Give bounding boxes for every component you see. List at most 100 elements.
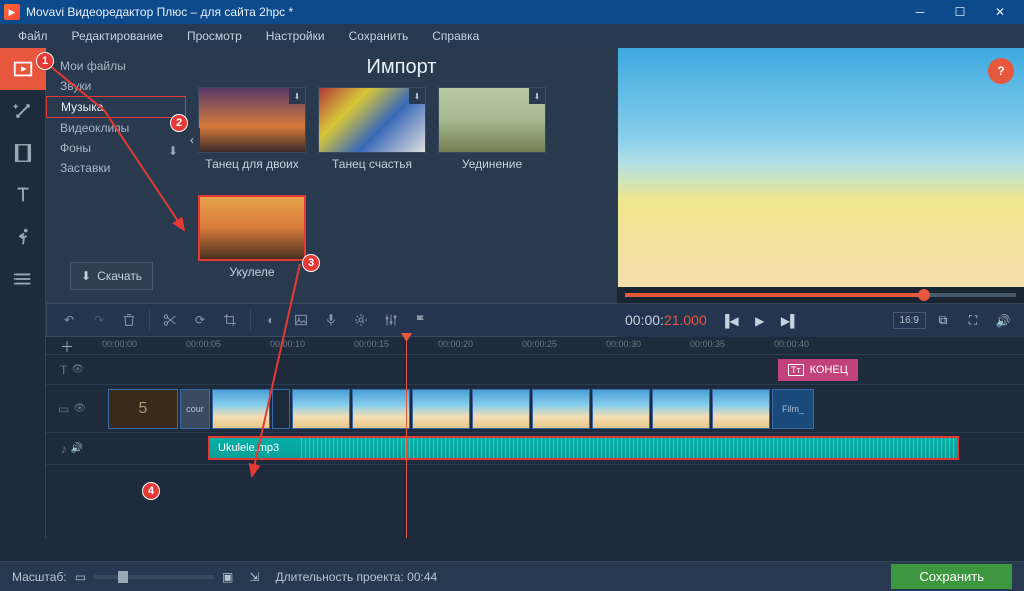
maximize-button[interactable]: ☐ bbox=[940, 0, 980, 24]
mic-button[interactable] bbox=[317, 306, 345, 334]
tool-stickers[interactable] bbox=[0, 216, 46, 258]
timeline-video-track[interactable]: ▭ 👁 5 cour bbox=[46, 385, 1024, 433]
clip-item[interactable]: ⬇ Танец счастья bbox=[318, 87, 426, 171]
download-button[interactable]: ⬇ Скачать bbox=[70, 262, 153, 290]
footer: Масштаб: ▭ ▣ ⇲ Длительность проекта: 00:… bbox=[0, 561, 1024, 591]
crop-button[interactable] bbox=[216, 306, 244, 334]
intro-number: 5 bbox=[139, 400, 148, 418]
volume-button[interactable]: 🔊 bbox=[990, 308, 1016, 334]
clip-download-icon[interactable]: ⬇ bbox=[529, 88, 545, 104]
timeline-ruler[interactable]: ＋ 00:00:00 00:00:05 00:00:10 00:00:15 00… bbox=[46, 337, 1024, 355]
ruler-tick: 00:00:05 bbox=[186, 339, 221, 349]
menu-settings[interactable]: Настройки bbox=[256, 27, 335, 45]
video-track-icon: ▭ bbox=[58, 402, 69, 416]
tool-more[interactable] bbox=[0, 258, 46, 300]
clip-props-button[interactable] bbox=[347, 306, 375, 334]
marker-button[interactable] bbox=[407, 306, 435, 334]
menu-edit[interactable]: Редактирование bbox=[62, 27, 173, 45]
menu-view[interactable]: Просмотр bbox=[177, 27, 252, 45]
minimize-button[interactable]: ─ bbox=[900, 0, 940, 24]
undo-button[interactable]: ↶ bbox=[55, 306, 83, 334]
visibility-icon[interactable]: 👁 bbox=[71, 364, 84, 375]
overlay-button[interactable] bbox=[287, 306, 315, 334]
clip-download-icon[interactable]: ⬇ bbox=[409, 88, 425, 104]
sidebar-item-music[interactable]: Музыка bbox=[46, 96, 186, 118]
download-icon[interactable]: ⬇ bbox=[168, 144, 178, 158]
detach-button[interactable]: ⧉ bbox=[930, 308, 956, 334]
tool-filters[interactable] bbox=[0, 90, 46, 132]
ruler-tick: 00:00:20 bbox=[438, 339, 473, 349]
import-gallery: Импорт ‹ ⬇ Танец для двоих ⬇ Танец счаст… bbox=[186, 48, 617, 302]
video-clip[interactable] bbox=[412, 389, 470, 429]
save-button[interactable]: Сохранить bbox=[891, 564, 1012, 589]
color-button[interactable]: ◐ bbox=[257, 306, 285, 334]
video-clip-outro[interactable]: Film_ bbox=[772, 389, 814, 429]
video-clip-intro[interactable]: 5 bbox=[108, 389, 178, 429]
title-clip-end[interactable]: Tт КОНЕЦ bbox=[778, 359, 858, 381]
tool-transitions[interactable] bbox=[0, 132, 46, 174]
equalizer-button[interactable] bbox=[377, 306, 405, 334]
preview-playhead[interactable] bbox=[918, 289, 930, 301]
music-track-icon: ♪ bbox=[61, 442, 67, 456]
sidebar-item-sounds[interactable]: Звуки bbox=[46, 76, 186, 96]
timeline-audio-track[interactable]: ♪ 🔊 Ukulele.mp3 bbox=[46, 433, 1024, 465]
menu-save[interactable]: Сохранить bbox=[339, 27, 419, 45]
menu-file[interactable]: Файл bbox=[8, 27, 58, 45]
video-clip[interactable] bbox=[292, 389, 350, 429]
gallery-prev-button[interactable]: ‹ bbox=[184, 128, 200, 152]
sidebar-item-myfiles[interactable]: Мои файлы bbox=[46, 56, 186, 76]
clip-download-icon[interactable]: ⬇ bbox=[289, 88, 305, 104]
clip-label: Танец для двоих bbox=[198, 157, 306, 171]
clip-item-selected[interactable]: Укулеле bbox=[198, 195, 306, 279]
sidebar-item-videoclips[interactable]: Видеоклипы bbox=[46, 118, 186, 138]
fit-button[interactable]: ⇲ bbox=[249, 570, 259, 584]
tool-titles[interactable] bbox=[0, 174, 46, 216]
annotation-marker-2: 2 bbox=[170, 114, 188, 132]
ruler-tick: 00:00:30 bbox=[606, 339, 641, 349]
video-clip[interactable]: cour bbox=[180, 389, 210, 429]
video-clip[interactable] bbox=[652, 389, 710, 429]
sidebar-item-intros[interactable]: Заставки bbox=[46, 158, 186, 178]
visibility-icon[interactable]: 👁 bbox=[73, 403, 86, 414]
video-clip[interactable] bbox=[712, 389, 770, 429]
timeline-title-track[interactable]: T 👁 Tт КОНЕЦ bbox=[46, 355, 1024, 385]
app-logo: ▶ bbox=[4, 4, 20, 20]
annotation-marker-1: 1 bbox=[36, 52, 54, 70]
scale-plus-button[interactable]: ▣ bbox=[222, 570, 233, 584]
video-clip[interactable] bbox=[472, 389, 530, 429]
scale-slider[interactable] bbox=[94, 575, 214, 579]
scale-minus-button[interactable]: ▭ bbox=[75, 570, 86, 584]
delete-button[interactable] bbox=[115, 306, 143, 334]
menu-help[interactable]: Справка bbox=[422, 27, 489, 45]
mute-icon[interactable]: 🔊 bbox=[71, 443, 83, 454]
add-track-button[interactable]: ＋ bbox=[60, 337, 76, 353]
ruler-tick: 00:00:35 bbox=[690, 339, 725, 349]
timeline-playhead[interactable] bbox=[406, 337, 407, 538]
video-clip[interactable] bbox=[592, 389, 650, 429]
title-clip-label: КОНЕЦ bbox=[810, 364, 848, 376]
close-button[interactable]: ✕ bbox=[980, 0, 1020, 24]
help-button[interactable]: ? bbox=[988, 58, 1014, 84]
audio-clip[interactable]: Ukulele.mp3 bbox=[208, 436, 959, 460]
sidebar-item-backgrounds[interactable]: Фоны bbox=[46, 138, 186, 158]
rotate-button[interactable]: ⟳ bbox=[186, 306, 214, 334]
preview-canvas[interactable]: ? bbox=[618, 48, 1024, 302]
runner-icon bbox=[12, 226, 34, 248]
video-clip[interactable] bbox=[352, 389, 410, 429]
clip-item[interactable]: ⬇ Уединение bbox=[438, 87, 546, 171]
clip-item[interactable]: ⬇ Танец для двоих bbox=[198, 87, 306, 171]
text-track-icon: T bbox=[60, 363, 67, 377]
video-clip[interactable] bbox=[532, 389, 590, 429]
play-button[interactable]: ▶ bbox=[747, 308, 773, 334]
video-clip[interactable] bbox=[212, 389, 270, 429]
preview-controls: 00:00:21.000 ▐◀ ▶ ▶▌ 16:9 ⧉ ⛶ 🔊 bbox=[617, 303, 1024, 337]
fullscreen-button[interactable]: ⛶ bbox=[960, 308, 986, 334]
redo-button[interactable]: ↷ bbox=[85, 306, 113, 334]
transition-clip[interactable] bbox=[272, 389, 290, 429]
next-frame-button[interactable]: ▶▌ bbox=[777, 308, 803, 334]
cut-button[interactable] bbox=[156, 306, 184, 334]
titlebar: ▶ Movavi Видеоредактор Плюс – для сайта … bbox=[0, 0, 1024, 24]
prev-frame-button[interactable]: ▐◀ bbox=[717, 308, 743, 334]
title-type-icon: Tт bbox=[788, 364, 804, 376]
aspect-ratio-button[interactable]: 16:9 bbox=[893, 312, 926, 329]
